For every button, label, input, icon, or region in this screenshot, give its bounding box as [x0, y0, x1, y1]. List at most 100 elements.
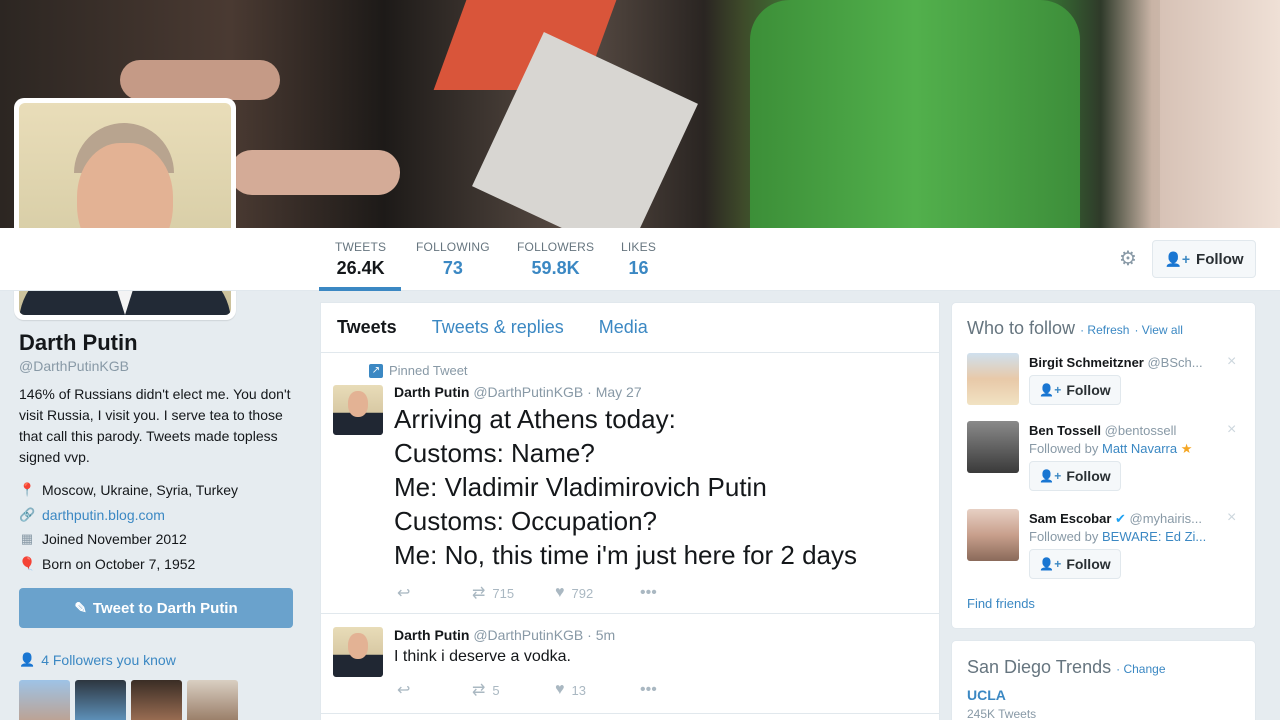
compose-icon: ✎ — [74, 600, 87, 617]
tweet-author-name[interactable]: Darth Putin — [394, 384, 469, 400]
active-stat-indicator — [319, 287, 401, 291]
more-icon: ••• — [640, 681, 657, 698]
suggestion-follow-button[interactable]: 👤+ Follow — [1029, 549, 1121, 579]
tweet-author-handle[interactable]: @DarthPutinKGB — [473, 627, 583, 643]
trend-item[interactable]: UCLA — [967, 687, 1006, 703]
reply-button[interactable]: ↩ — [397, 680, 472, 700]
retweet-button[interactable]: ⇄ 5 — [472, 680, 555, 700]
suggestion-follow-button[interactable]: 👤+ Follow — [1029, 461, 1121, 491]
stat-followers[interactable]: FOLLOWERS 59.8K — [517, 240, 594, 279]
profile-meta: 📍 Moscow, Ukraine, Syria, Turkey 🔗 darth… — [19, 478, 294, 576]
who-to-follow-title: Who to follow — [967, 318, 1076, 338]
location-row: 📍 Moscow, Ukraine, Syria, Turkey — [19, 478, 294, 503]
verified-icon: ✔ — [1115, 511, 1126, 526]
retweet-count: 5 — [492, 682, 500, 698]
born-row: 🎈 Born on October 7, 1952 — [19, 552, 294, 577]
tab-media[interactable]: Media — [599, 317, 648, 338]
website-link[interactable]: darthputin.blog.com — [42, 507, 165, 523]
tweet-author-name[interactable]: Darth Putin — [394, 627, 469, 643]
close-icon[interactable]: × — [1227, 421, 1236, 439]
suggestion-follow-button[interactable]: 👤+ Follow — [1029, 375, 1121, 405]
follow-button-label: Follow — [1196, 250, 1244, 268]
followed-by-link[interactable]: Matt Navarra — [1102, 441, 1177, 456]
avatar[interactable] — [187, 680, 238, 720]
avatar[interactable] — [967, 353, 1019, 405]
like-count: 13 — [571, 682, 586, 698]
tweet-timestamp[interactable]: · May 27 — [587, 384, 641, 400]
more-button[interactable]: ••• — [640, 584, 657, 602]
tweet-timestamp[interactable]: · 5m — [587, 627, 615, 643]
avatar[interactable] — [131, 680, 182, 720]
stat-following[interactable]: FOLLOWING 73 — [416, 240, 490, 279]
close-icon[interactable]: × — [1227, 353, 1236, 371]
tweet-text: I think i deserve a vodka. — [394, 648, 571, 665]
profile-sidebar: Darth Putin @DarthPutinKGB 146% of Russi… — [19, 330, 294, 720]
stat-value: 26.4K — [336, 258, 385, 278]
tab-tweets[interactable]: Tweets — [337, 317, 397, 338]
view-all-link[interactable]: View all — [1142, 323, 1183, 337]
close-icon[interactable]: × — [1227, 509, 1236, 527]
followers-you-know-text: 4 Followers you know — [41, 652, 176, 668]
suggestion-name[interactable]: Birgit Schmeitzner @BSch... — [1029, 355, 1239, 370]
joined-row: ▦ Joined November 2012 — [19, 527, 294, 552]
avatar[interactable] — [967, 509, 1019, 561]
tweet-text: Arriving at Athens today: Customs: Name?… — [394, 402, 857, 572]
heart-icon: ♥ — [555, 681, 565, 698]
profile-nav: TWEETS 26.4K FOLLOWING 73 FOLLOWERS 59.8… — [0, 228, 1280, 291]
timeline-tabs: Tweets Tweets & replies Media — [321, 303, 939, 353]
like-button[interactable]: ♥ 13 — [555, 681, 640, 699]
stat-value: 73 — [442, 258, 463, 278]
profile-handle[interactable]: @DarthPutinKGB — [19, 358, 294, 374]
tweet-header: Darth Putin @DarthPutinKGB · 5m — [394, 627, 615, 643]
tweet-text-line: Customs: Name? — [394, 438, 595, 468]
balloon-icon: 🎈 — [19, 555, 36, 571]
tweet-text-line: Me: Vladimir Vladimirovich Putin — [394, 472, 767, 502]
tab-tweets-and-replies[interactable]: Tweets & replies — [432, 317, 564, 338]
tweet-avatar[interactable] — [333, 627, 383, 677]
who-to-follow-header: Who to follow · Refresh · View all — [967, 318, 1183, 338]
follow-button[interactable]: 👤+ Follow — [1152, 240, 1256, 278]
profile-name[interactable]: Darth Putin — [19, 330, 294, 356]
stat-label: FOLLOWING — [416, 240, 490, 254]
more-icon: ••• — [640, 584, 657, 601]
reply-icon: ↩ — [397, 682, 411, 699]
avatar[interactable] — [967, 421, 1019, 473]
change-trends-link[interactable]: Change — [1123, 662, 1165, 676]
trends-header: San Diego Trends · Change — [967, 657, 1166, 677]
refresh-link[interactable]: Refresh — [1087, 323, 1129, 337]
pinned-text: Pinned Tweet — [389, 363, 468, 378]
add-user-icon: 👤+ — [1164, 250, 1191, 267]
avatar[interactable] — [75, 680, 126, 720]
more-button[interactable]: ••• — [640, 681, 657, 699]
tweet-actions: ↩ ⇄ 5 ♥ 13 ••• — [397, 680, 657, 700]
suggestion-item: Ben Tossell @bentossell Followed by Matt… — [967, 421, 1247, 501]
reply-button[interactable]: ↩ — [397, 583, 472, 603]
gear-icon[interactable]: ⚙ — [1116, 247, 1140, 271]
stat-label: TWEETS — [335, 240, 387, 254]
tweet-to-button[interactable]: ✎ Tweet to Darth Putin — [19, 588, 293, 628]
stat-tweets[interactable]: TWEETS 26.4K — [335, 240, 386, 279]
tweet-text-line: Arriving at Athens today: — [394, 404, 676, 434]
retweet-button[interactable]: ⇄ 715 — [472, 583, 555, 603]
tweet-actions: ↩ ⇄ 715 ♥ 792 ••• — [397, 583, 657, 603]
stat-value: 59.8K — [531, 258, 580, 278]
followers-you-know-avatars — [19, 680, 294, 720]
add-user-icon: 👤+ — [1039, 557, 1062, 571]
avatar[interactable] — [19, 680, 70, 720]
suggestion-name[interactable]: Sam Escobar ✔ @myhairis... — [1029, 511, 1239, 527]
tweet-author-handle[interactable]: @DarthPutinKGB — [473, 384, 583, 400]
calendar-icon: ▦ — [20, 531, 34, 547]
trends-title: San Diego Trends — [967, 657, 1112, 677]
tweet-item[interactable]: ↗ Pinned Tweet Darth Putin @DarthPutinKG… — [321, 353, 939, 614]
tweet-to-label: Tweet to Darth Putin — [92, 599, 238, 617]
like-button[interactable]: ♥ 792 — [555, 584, 640, 602]
find-friends-link[interactable]: Find friends — [967, 596, 1035, 611]
tweet-avatar[interactable] — [333, 385, 383, 435]
followers-you-know-link[interactable]: 👤 4 Followers you know — [19, 652, 294, 668]
followed-by-text: Followed by BEWARE: Ed Zi... — [1029, 529, 1207, 544]
suggestion-name[interactable]: Ben Tossell @bentossell — [1029, 423, 1239, 438]
tweet-item[interactable]: Darth Putin @DarthPutinKGB · 5m I think … — [321, 614, 939, 714]
stat-likes[interactable]: LIKES 16 — [621, 240, 656, 279]
followed-by-link[interactable]: BEWARE: Ed Zi... — [1102, 529, 1206, 544]
profile-bio: 146% of Russians didn't elect me. You do… — [19, 386, 291, 465]
